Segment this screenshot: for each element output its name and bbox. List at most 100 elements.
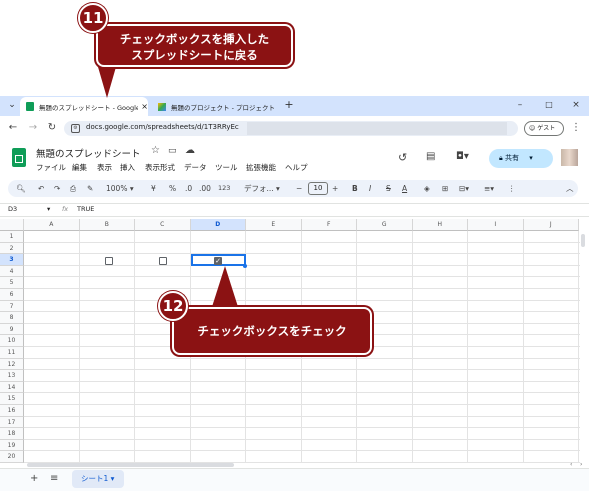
font-size-input[interactable]: 10 [308,182,328,195]
document-title[interactable]: 無題のスプレッドシート [36,146,141,160]
increase-decimal-button[interactable]: .00 [199,182,211,195]
move-folder-icon[interactable]: ▭ [168,146,177,156]
column-header-e[interactable]: E [246,219,302,231]
search-menus-icon[interactable]: 🔍︎ [16,182,26,195]
row-header-1[interactable]: 1 [0,231,24,243]
add-sheet-button[interactable]: + [30,473,38,484]
share-dropdown-icon[interactable]: ▾ [529,154,533,162]
row-header-13[interactable]: 13 [0,370,24,382]
menu-tools[interactable]: ツール [215,162,238,173]
menu-edit[interactable]: 編集 [72,162,87,173]
menu-view[interactable]: 表示 [97,162,112,173]
name-box[interactable]: D3 [8,205,17,213]
fill-color-icon[interactable]: ◈ [424,182,430,195]
tab-spreadsheet[interactable]: 無題のスプレッドシート - Google ス × [20,97,148,116]
menu-extensions[interactable]: 拡張機能 [246,162,276,173]
sheet-tab-dropdown-icon[interactable]: ▾ [111,474,115,483]
italic-button[interactable]: I [369,182,371,195]
formula-input[interactable]: TRUE [77,205,94,213]
column-header-i[interactable]: I [468,219,524,231]
row-header-6[interactable]: 6 [0,289,24,301]
row-header-19[interactable]: 19 [0,439,24,452]
collapse-menus-icon[interactable]: ︿ [566,182,574,195]
paint-format-icon[interactable]: ✎ [87,182,93,195]
site-info-icon[interactable]: ⚙ [71,124,80,133]
column-header-f[interactable]: F [301,219,357,231]
comments-icon[interactable]: ▤ [426,151,435,162]
row-header-5[interactable]: 5 [0,277,24,289]
new-tab-button[interactable]: + [281,98,297,112]
checkbox-d3-checked[interactable]: ✓ [214,257,222,265]
scroll-left-icon[interactable]: ‹ [570,461,572,468]
row-header-15[interactable]: 15 [0,393,24,405]
browser-menu-icon[interactable]: ⋮ [569,121,583,135]
menu-help[interactable]: ヘルプ [285,162,308,173]
font-size-increase-button[interactable]: + [332,182,338,195]
print-icon[interactable]: ⎙ [70,182,76,195]
minimize-button[interactable]: – [512,98,528,112]
column-header-c[interactable]: C [135,219,191,231]
scroll-right-icon[interactable]: › [580,461,582,468]
zoom-select[interactable]: 100% ▾ [106,182,134,195]
menu-file[interactable]: ファイル [36,162,66,173]
borders-icon[interactable]: ⊞ [442,182,448,195]
font-select[interactable]: デフォ... ▾ [244,182,280,195]
all-sheets-button[interactable]: ≡ [50,473,58,484]
column-header-a[interactable]: A [24,219,80,231]
history-icon[interactable]: ↺ [398,151,407,164]
undo-icon[interactable]: ↶ [38,182,44,195]
tab-project[interactable]: 無題のプロジェクト - プロジェクト編 [152,97,274,116]
row-header-3[interactable]: 3 [0,254,24,266]
merge-cells-icon[interactable]: ⊟▾ [459,182,469,195]
column-header-b[interactable]: B [79,219,135,231]
vertical-scrollbar[interactable] [581,234,585,247]
avatar[interactable] [561,149,578,166]
percent-button[interactable]: % [169,182,176,195]
back-icon[interactable]: ← [6,121,20,135]
row-header-4[interactable]: 4 [0,265,24,278]
menu-data[interactable]: データ [184,162,207,173]
bold-button[interactable]: B [352,182,358,195]
row-header-11[interactable]: 11 [0,347,24,359]
horizontal-scrollbar[interactable] [27,463,234,467]
fill-handle[interactable] [243,264,247,268]
name-box-dropdown-icon[interactable]: ▾ [47,205,50,213]
reload-icon[interactable]: ↻ [45,121,59,135]
column-header-j[interactable]: J [523,219,579,231]
row-header-7[interactable]: 7 [0,300,24,313]
row-header-18[interactable]: 18 [0,428,24,440]
more-options-icon[interactable]: ⋮ [508,182,516,195]
star-icon[interactable]: ☆ [151,145,160,156]
checkbox-c3[interactable] [159,257,167,265]
currency-button[interactable]: ¥ [151,182,156,195]
sheet-tab-active[interactable]: シート1 ▾ [72,470,124,488]
tab-search-icon[interactable]: ⌄ [4,98,20,112]
maximize-button[interactable]: □ [541,98,557,112]
text-color-button[interactable]: A [402,182,407,195]
row-header-12[interactable]: 12 [0,358,24,371]
font-size-decrease-button[interactable]: − [296,182,302,195]
meet-icon[interactable]: ◘▾ [456,151,469,162]
redo-icon[interactable]: ↷ [54,182,60,195]
row-header-16[interactable]: 16 [0,405,24,417]
sheets-logo-icon[interactable] [12,148,26,167]
column-header-d[interactable]: D [190,219,246,231]
profile-guest-button[interactable]: ☺ ゲスト [524,121,564,136]
row-header-17[interactable]: 17 [0,416,24,429]
align-icon[interactable]: ≡▾ [484,182,494,195]
row-header-14[interactable]: 14 [0,381,24,394]
row-header-20[interactable]: 20 [0,451,24,463]
decrease-decimal-button[interactable]: .0 [185,182,192,195]
tab-close-icon[interactable]: × [141,102,148,111]
checkbox-b3[interactable] [105,257,113,265]
url-text[interactable]: docs.google.com/spreadsheets/d/1T3RRyEc [86,123,239,131]
select-all-corner[interactable] [0,219,24,231]
strikethrough-button[interactable]: S [386,182,391,195]
close-window-button[interactable]: × [568,98,584,112]
column-header-g[interactable]: G [357,219,413,231]
row-header-8[interactable]: 8 [0,312,24,324]
menu-format[interactable]: 表示形式 [145,162,175,173]
forward-icon[interactable]: → [26,121,40,135]
row-header-10[interactable]: 10 [0,335,24,347]
column-header-h[interactable]: H [412,219,468,231]
